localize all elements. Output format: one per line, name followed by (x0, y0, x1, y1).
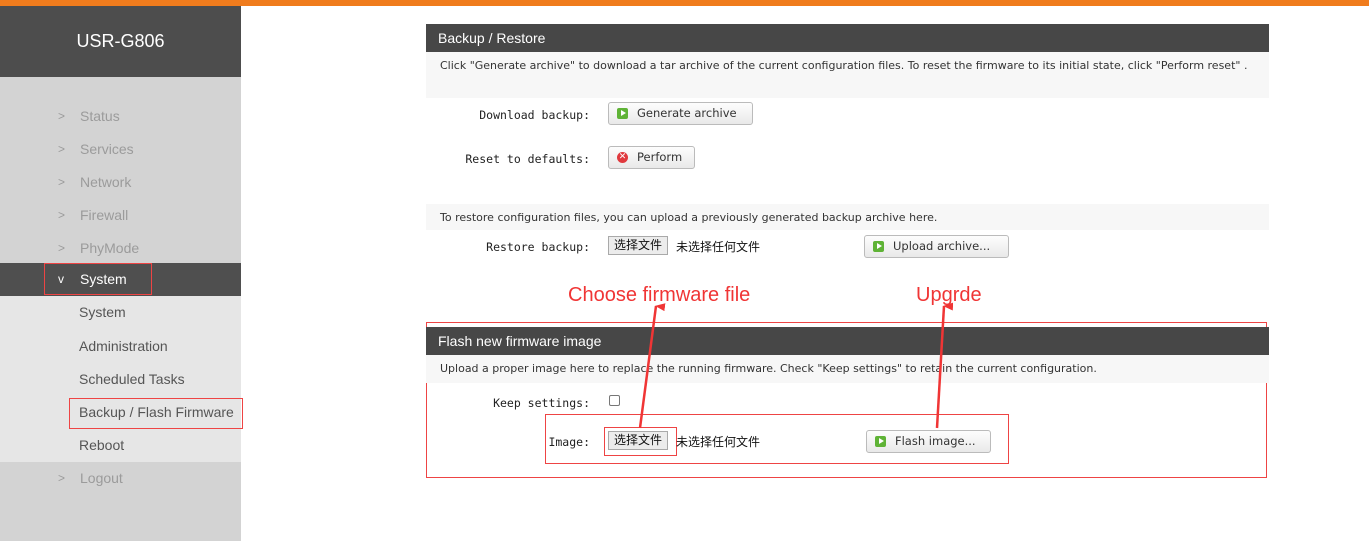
sidebar-item-logout[interactable]: > Logout (0, 462, 241, 495)
annotation-choose-firmware: Choose firmware file (568, 284, 751, 306)
sidebar-item-label: Logout (80, 470, 123, 486)
chevron-right-icon: > (58, 241, 66, 255)
keep-settings-label: Keep settings: (493, 396, 590, 410)
flash-description: Upload a proper image here to replace th… (426, 355, 1269, 383)
image-label: Image: (548, 435, 590, 449)
chevron-right-icon: > (58, 471, 66, 485)
reset-defaults-label: Reset to defaults: (465, 152, 590, 166)
button-label: Flash image... (895, 434, 976, 448)
flash-firmware-header: Flash new firmware image (426, 327, 1269, 355)
sidebar-item-firewall[interactable]: > Firewall (0, 199, 241, 232)
chevron-right-icon: > (58, 109, 66, 123)
play-icon (617, 108, 628, 119)
backup-restore-header: Backup / Restore (426, 24, 1269, 52)
restore-description: To restore configuration files, you can … (426, 204, 1269, 230)
generate-archive-button[interactable]: Generate archive (608, 102, 753, 125)
close-icon: ✕ (617, 152, 628, 163)
annotation-upgrade: Upgrde (916, 284, 982, 306)
sidebar-item-network[interactable]: > Network (0, 166, 241, 199)
sidebar-item-phymode[interactable]: > PhyMode (0, 232, 241, 265)
chevron-right-icon: > (58, 175, 66, 189)
sidebar-item-services[interactable]: > Services (0, 133, 241, 166)
flash-image-button[interactable]: Flash image... (866, 430, 991, 453)
submenu-item-administration[interactable]: Administration (79, 338, 168, 354)
highlight-system-box (44, 263, 152, 295)
submenu-item-system[interactable]: System (79, 304, 126, 320)
sidebar-item-label: Services (80, 141, 134, 157)
button-label: Upload archive... (893, 239, 991, 253)
restore-file-status: 未选择任何文件 (676, 240, 761, 254)
play-icon (875, 436, 886, 447)
play-icon (873, 241, 884, 252)
brand-title: USR-G806 (0, 6, 241, 77)
submenu-item-scheduled-tasks[interactable]: Scheduled Tasks (79, 371, 185, 387)
highlight-backup-box (69, 398, 243, 429)
button-label: Generate archive (637, 106, 737, 120)
sidebar-item-status[interactable]: > Status (0, 100, 241, 133)
system-submenu: System Administration Scheduled Tasks Ba… (0, 296, 241, 462)
perform-reset-button[interactable]: ✕ Perform (608, 146, 695, 169)
firmware-file-chooser-button[interactable]: 选择文件 (608, 431, 669, 450)
chevron-right-icon: > (58, 142, 66, 156)
submenu-item-reboot[interactable]: Reboot (79, 437, 124, 453)
restore-file-chooser-button[interactable]: 选择文件 (608, 236, 669, 255)
backup-description: Click "Generate archive" to download a t… (426, 52, 1269, 98)
download-backup-label: Download backup: (479, 108, 590, 122)
restore-backup-label: Restore backup: (486, 240, 590, 254)
firmware-file-status: 未选择任何文件 (676, 435, 761, 449)
upload-archive-button[interactable]: Upload archive... (864, 235, 1009, 258)
button-label: Perform (637, 150, 683, 164)
sidebar-item-label: Firewall (80, 207, 129, 223)
sidebar-item-label: PhyMode (80, 240, 140, 256)
sidebar-item-label: Status (80, 108, 120, 124)
chevron-right-icon: > (58, 208, 66, 222)
sidebar-item-label: Network (80, 174, 132, 190)
keep-settings-checkbox[interactable] (609, 395, 620, 406)
